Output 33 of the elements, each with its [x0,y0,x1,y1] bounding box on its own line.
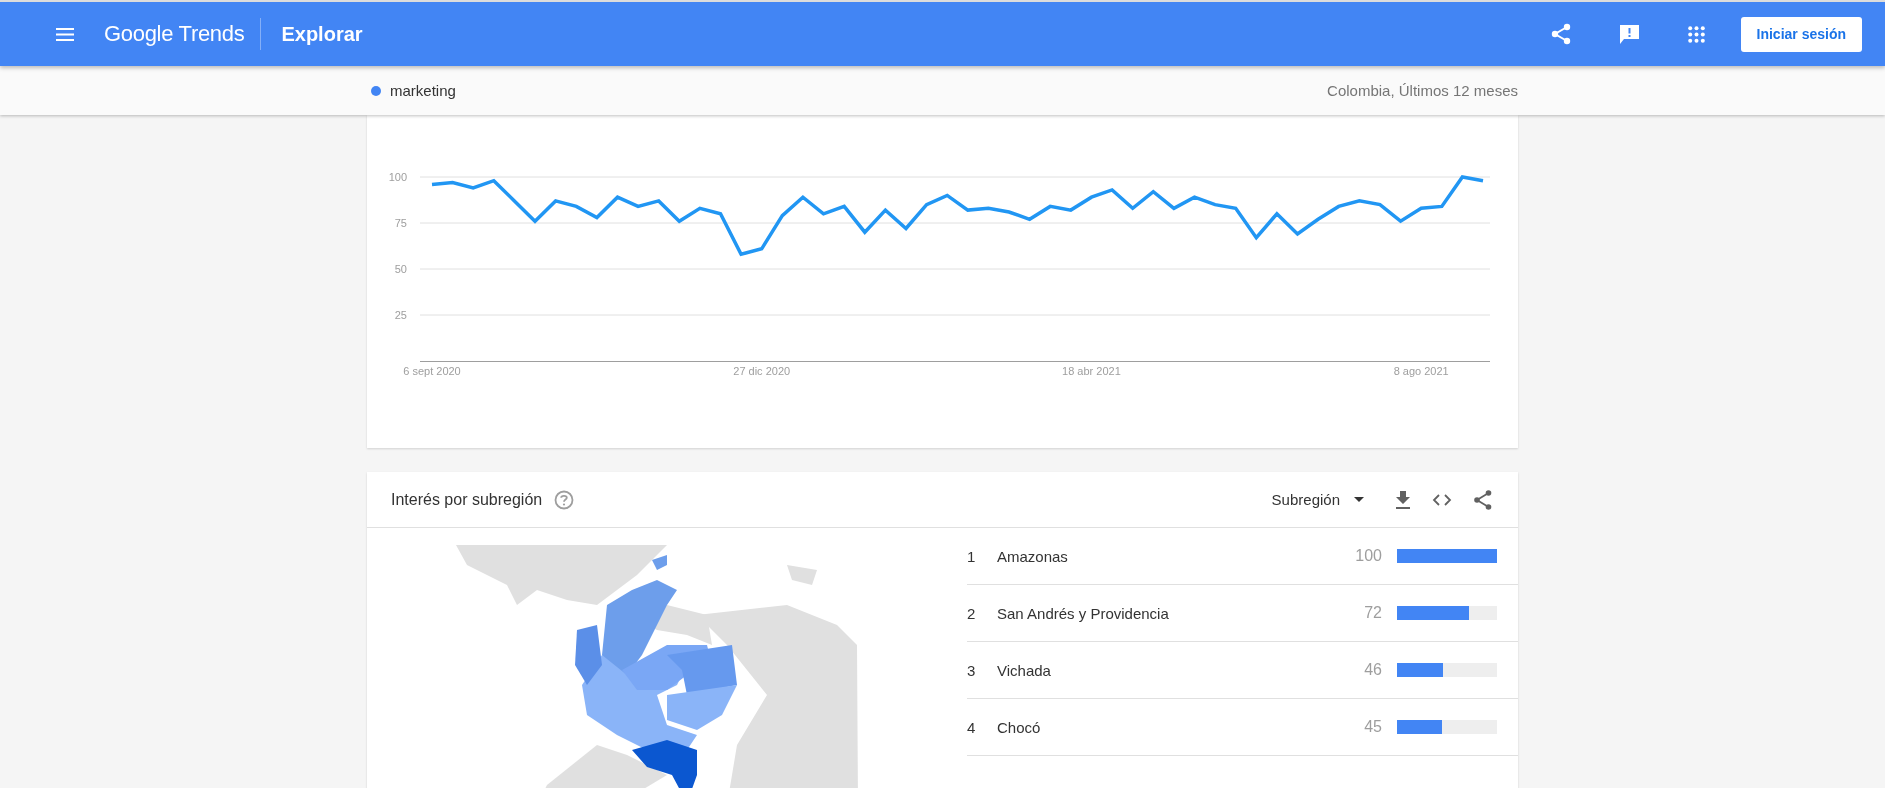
page-title: Explorar [281,22,363,46]
resolution-dropdown[interactable]: Subregión [1267,487,1368,512]
y-tick-label: 50 [394,263,407,275]
logo[interactable]: Google Trends [104,21,245,47]
interest-value: 72 [1363,604,1382,622]
ranking-row[interactable]: 2 San Andrés y Providencia 72 [967,585,1518,642]
interest-value: 100 [1354,547,1382,565]
x-tick-label: 6 sept 2020 [403,365,461,377]
ranking-row[interactable]: 1 Amazonas 100 [967,528,1518,585]
help-icon[interactable] [554,489,575,510]
scope-text: Colombia, Últimos 12 meses [1327,82,1518,99]
region-name: San Andrés y Providencia [997,604,1170,622]
x-tick-label: 27 dic 2020 [733,365,791,377]
interest-value: 46 [1363,661,1382,679]
region-name: Vichada [997,661,1052,679]
x-tick-label: 18 abr 2021 [1062,365,1121,377]
rank-number: 3 [967,661,977,679]
caret-icon [1354,497,1364,502]
ranking-row[interactable]: 4 Chocó 45 [967,699,1518,756]
rank-number: 1 [967,547,977,565]
region-name: Amazonas [997,547,1069,565]
y-tick-label: 75 [394,217,407,229]
x-tick-label: 8 ago 2021 [1393,365,1449,377]
rank-number: 4 [967,718,977,736]
interest-value: 45 [1363,718,1382,736]
sign-in-button[interactable]: Iniciar sesión [1740,16,1862,52]
search-term: marketing [390,82,456,99]
region-name: Chocó [997,718,1042,736]
y-tick-label: 100 [388,171,407,183]
card-title: Interés por subregión [391,490,543,509]
ranking-row[interactable]: 3 Vichada 46 [967,642,1518,699]
rank-number: 2 [967,604,977,622]
y-tick-label: 25 [394,309,407,321]
